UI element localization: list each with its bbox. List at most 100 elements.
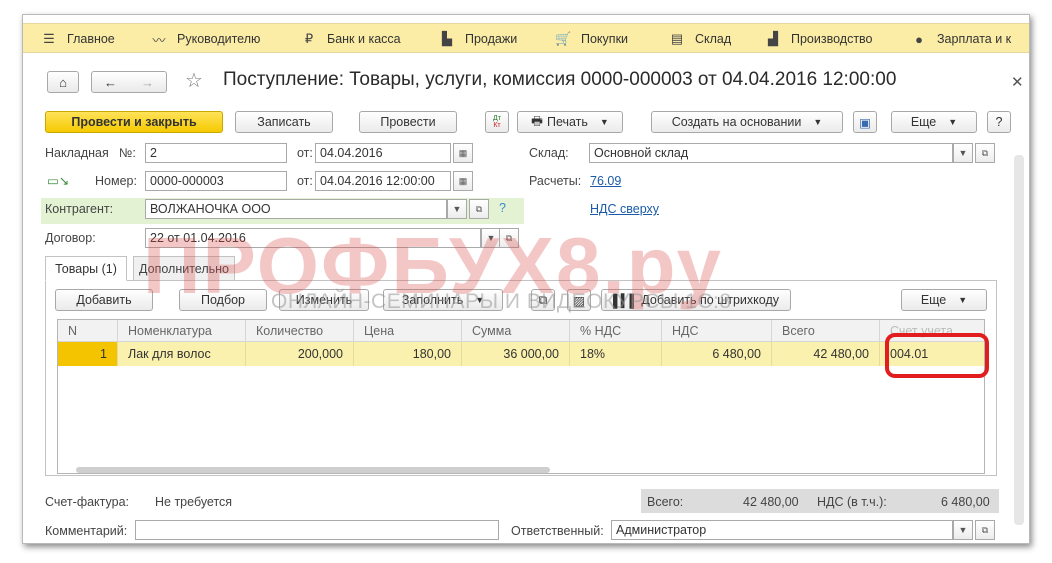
menu-item-bank[interactable]: ₽ Банк и касса — [301, 24, 401, 54]
calendar-icon[interactable]: ▦ — [453, 143, 473, 163]
post-and-close-button[interactable]: Провести и закрыть — [45, 111, 223, 133]
menu-item-management[interactable]: 〰 Руководителю — [151, 24, 260, 54]
column-header[interactable]: Цена — [354, 320, 462, 342]
total-value: 42 480,00 — [743, 495, 799, 509]
trend-icon: 〰 — [152, 32, 166, 48]
responsible-field[interactable]: Администратор — [611, 520, 953, 540]
bag-icon: ▙ — [442, 31, 452, 46]
help-button[interactable]: ? — [987, 111, 1011, 133]
open-icon[interactable]: ⧉ — [975, 143, 995, 163]
invoice-date-field[interactable]: 04.04.2016 — [315, 143, 451, 163]
hamburger-icon: ☰ — [43, 31, 55, 46]
chevron-down-icon: ▼ — [948, 117, 958, 127]
print-button[interactable]: 🖶 Печать ▼ — [517, 111, 623, 133]
page-title: Поступление: Товары, услуги, комиссия 00… — [223, 69, 897, 90]
datetime-label: от: — [297, 174, 313, 188]
comment-label: Комментарий: — [45, 524, 128, 538]
calendar-icon[interactable]: ▦ — [453, 171, 473, 191]
column-header[interactable]: N — [58, 320, 118, 342]
warehouse-label: Склад: — [529, 146, 569, 160]
menu-item-warehouse[interactable]: ▤ Склад — [669, 24, 731, 54]
open-icon[interactable]: ⧉ — [975, 520, 995, 540]
edit-number-icon[interactable]: ▭↘ — [47, 173, 69, 188]
document-window: ☰ Главное 〰 Руководителю ₽ Банк и касса ▙ Пр… — [22, 14, 1030, 544]
menu-item-purchases[interactable]: 🛒 Покупки — [555, 24, 628, 54]
person-icon: ● — [915, 31, 923, 47]
chevron-down-icon[interactable]: ▼ — [953, 520, 973, 540]
cart-icon: 🛒 — [555, 31, 572, 46]
ruble-icon: ₽ — [304, 31, 314, 46]
invoice-label: Накладная — [45, 146, 109, 160]
invoice-footer-label: Счет-фактура: — [45, 495, 130, 509]
counterparty-field[interactable]: ВОЛЖАНОЧКА ООО — [145, 199, 447, 219]
home-icon: ⌂ — [59, 74, 67, 90]
more-button[interactable]: Еще ▼ — [891, 111, 977, 133]
comment-field[interactable] — [135, 520, 499, 540]
cell-vat[interactable]: 6 480,00 — [662, 342, 772, 366]
column-header[interactable]: Всего — [772, 320, 880, 342]
vat-on-top-link[interactable]: НДС сверху — [590, 202, 659, 216]
help-question-icon[interactable]: ? — [499, 201, 506, 215]
forward-arrow-icon[interactable]: → — [141, 75, 154, 90]
goods-table: N Номенклатура Количество Цена Сумма % Н… — [57, 319, 985, 474]
save-button[interactable]: Записать — [235, 111, 333, 133]
column-header[interactable]: Сумма — [462, 320, 570, 342]
invoice-number-label: №: — [119, 146, 136, 160]
menu-item-main[interactable]: ☰ Главное — [41, 24, 115, 54]
menu-item-sales[interactable]: ▙ Продажи — [439, 24, 517, 54]
datetime-field[interactable]: 04.04.2016 12:00:00 — [315, 171, 451, 191]
table-row[interactable]: 1 Лак для волос 200,000 180,00 36 000,00… — [58, 342, 984, 366]
chevron-down-icon[interactable]: ▼ — [447, 199, 467, 219]
back-arrow-icon[interactable]: ← — [104, 75, 117, 90]
counterparty-label: Контрагент: — [45, 202, 114, 216]
cell-sum[interactable]: 36 000,00 — [462, 342, 570, 366]
number-label: Номер: — [95, 174, 137, 188]
chevron-down-icon: ▼ — [958, 295, 968, 305]
history-nav: ← → — [91, 71, 167, 93]
warehouse-icon: ▤ — [670, 31, 684, 46]
add-row-button[interactable]: Добавить — [55, 289, 153, 311]
contract-label: Договор: — [45, 231, 96, 245]
table-header: N Номенклатура Количество Цена Сумма % Н… — [58, 320, 984, 342]
menu-item-production[interactable]: ▟ Производство — [765, 24, 873, 54]
close-icon[interactable]: ✕ — [1011, 73, 1024, 91]
report-icon[interactable]: ▣ — [853, 111, 877, 133]
dt-kt-icon[interactable]: Дт Кт — [485, 111, 509, 133]
cell-quantity[interactable]: 200,000 — [246, 342, 354, 366]
column-header[interactable]: % НДС — [570, 320, 662, 342]
chevron-down-icon[interactable]: ▼ — [953, 143, 973, 163]
tab-goods[interactable]: Товары (1) — [45, 256, 127, 281]
vat-total-label: НДС (в т.ч.): — [817, 495, 887, 509]
printer-icon: 🖶 — [531, 113, 543, 128]
invoice-footer-value: Не требуется — [155, 495, 233, 509]
menu-item-salary[interactable]: ● Зарплата и к — [911, 24, 1011, 54]
cell-total[interactable]: 42 480,00 — [772, 342, 880, 366]
post-button[interactable]: Провести — [359, 111, 457, 133]
horizontal-scrollbar[interactable] — [76, 467, 550, 473]
total-label: Всего: — [647, 495, 684, 509]
chevron-down-icon: ▼ — [813, 117, 823, 127]
open-icon[interactable]: ⧉ — [469, 199, 489, 219]
column-header[interactable]: Номенклатура — [118, 320, 246, 342]
responsible-label: Ответственный: — [511, 524, 604, 538]
favorite-star-icon[interactable]: ☆ — [185, 68, 203, 93]
cell-vat-rate[interactable]: 18% — [570, 342, 662, 366]
factory-icon: ▟ — [768, 31, 778, 46]
create-based-on-button[interactable]: Создать на основании ▼ — [651, 111, 843, 133]
vertical-scrollbar[interactable] — [1014, 155, 1024, 525]
cell-item[interactable]: Лак для волос — [118, 342, 246, 366]
highlight-account-cell — [885, 333, 989, 378]
cell-price[interactable]: 180,00 — [354, 342, 462, 366]
invoice-date-label: от: — [297, 146, 313, 160]
home-button[interactable]: ⌂ — [47, 71, 79, 93]
number-field[interactable]: 0000-000003 — [145, 171, 287, 191]
column-header[interactable]: Количество — [246, 320, 354, 342]
row-number: 1 — [58, 342, 118, 366]
settlements-link[interactable]: 76.09 — [590, 174, 621, 188]
column-header[interactable]: НДС — [662, 320, 772, 342]
warehouse-field[interactable]: Основной склад — [589, 143, 953, 163]
chevron-down-icon: ▼ — [599, 117, 609, 127]
invoice-number-field[interactable]: 2 — [145, 143, 287, 163]
settlements-label: Расчеты: — [529, 174, 582, 188]
table-more-button[interactable]: Еще ▼ — [901, 289, 987, 311]
